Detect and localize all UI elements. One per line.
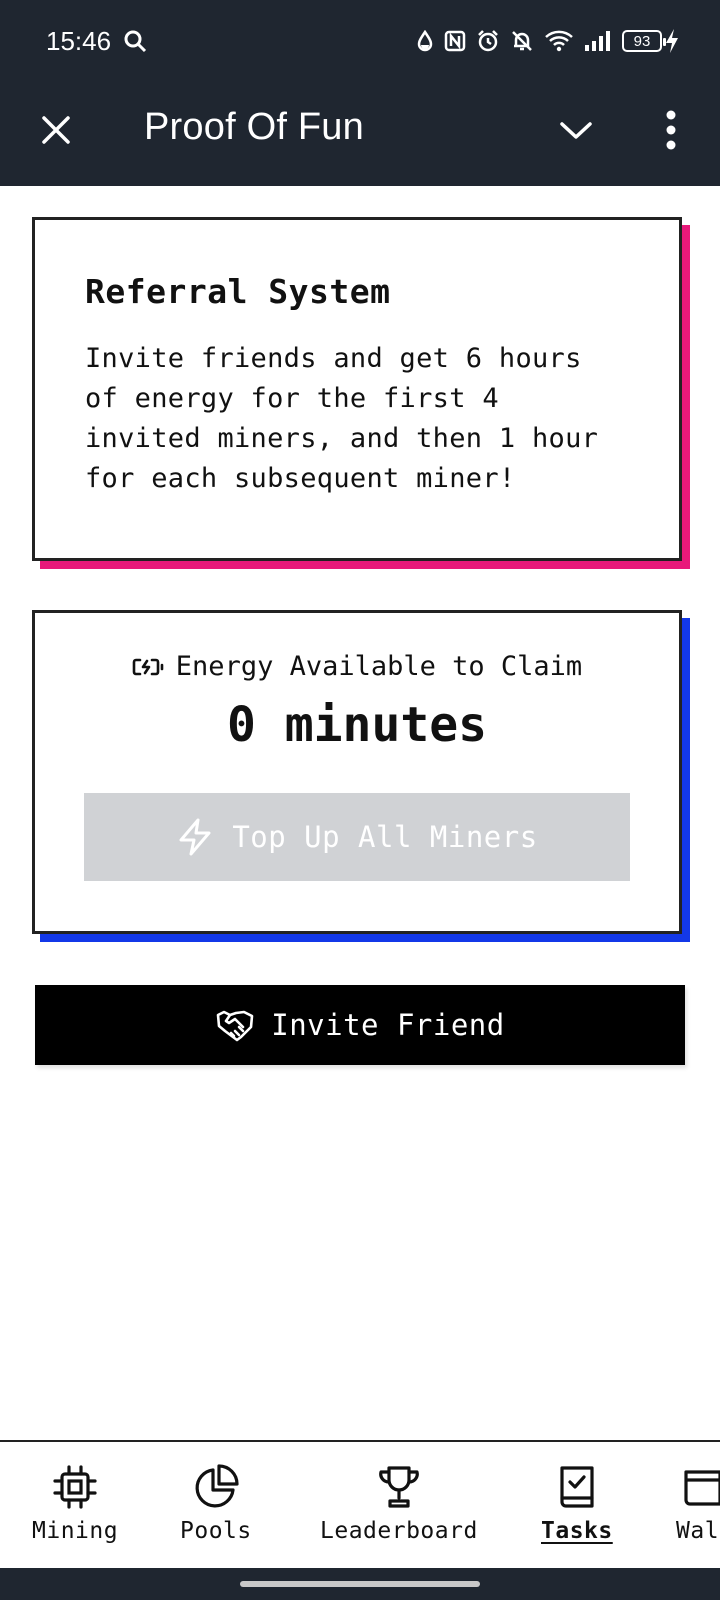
- top-up-button-label: Top Up All Miners: [232, 820, 538, 854]
- app-bar: Proof Of Fun: [0, 84, 720, 186]
- energy-card-body: Energy Available to Claim 0 minutes Top …: [32, 610, 682, 934]
- energy-label-row: Energy Available to Claim: [35, 651, 679, 682]
- nav-item-tasks[interactable]: Tasks: [541, 1464, 613, 1544]
- wallet-icon: [684, 1470, 720, 1506]
- trophy-icon: [379, 1466, 419, 1508]
- energy-card: Energy Available to Claim 0 minutes Top …: [32, 610, 690, 942]
- chip-icon: [53, 1465, 97, 1509]
- handshake-icon: [216, 1010, 254, 1042]
- nav-item-leaderboard[interactable]: Leaderboard: [320, 1464, 478, 1544]
- nfc-icon: [444, 30, 466, 52]
- chevron-down-icon[interactable]: [558, 118, 594, 142]
- search-icon: [124, 30, 147, 53]
- nav-label-wallet: Wal: [676, 1518, 720, 1544]
- nav-label-mining: Mining: [32, 1518, 119, 1544]
- signal-icon: [585, 31, 610, 51]
- top-up-all-miners-button[interactable]: Top Up All Miners: [84, 793, 630, 881]
- energy-label: Energy Available to Claim: [175, 651, 583, 682]
- pie-chart-icon: [195, 1464, 239, 1508]
- referral-card-body: Referral System Invite friends and get 6…: [32, 217, 682, 561]
- nav-item-mining[interactable]: Mining: [32, 1464, 118, 1544]
- battery-charging-icon: [132, 658, 164, 675]
- battery-level: 93: [633, 32, 651, 50]
- gesture-bar: [0, 1568, 720, 1600]
- nav-label-leaderboard: Leaderboard: [320, 1518, 478, 1544]
- gesture-handle[interactable]: [240, 1581, 480, 1587]
- nav-item-pools[interactable]: Pools: [180, 1464, 252, 1544]
- task-list-icon: [560, 1466, 594, 1508]
- wifi-icon: [545, 30, 573, 52]
- invite-friend-button[interactable]: Invite Friend: [35, 985, 685, 1065]
- nav-item-wallet[interactable]: Wal: [676, 1464, 720, 1544]
- close-icon[interactable]: [40, 114, 72, 146]
- invite-friend-label: Invite Friend: [271, 1008, 505, 1042]
- alarm-icon: [478, 30, 498, 52]
- nav-label-pools: Pools: [180, 1518, 252, 1544]
- more-vertical-icon[interactable]: [664, 110, 678, 150]
- nav-label-tasks: Tasks: [541, 1518, 613, 1544]
- referral-description: Invite friends and get 6 hours of energy…: [85, 343, 599, 494]
- referral-title: Referral System: [85, 272, 391, 311]
- status-time: 15:46: [46, 26, 112, 56]
- bottom-nav: Mining Pools Leaderboard Tasks Wal: [0, 1440, 720, 1568]
- page-title: Proof Of Fun: [144, 106, 364, 148]
- referral-card: Referral System Invite friends and get 6…: [32, 217, 690, 569]
- battery-icon: 93: [622, 30, 666, 52]
- status-icons: 93: [416, 28, 666, 54]
- charging-icon: [666, 29, 678, 53]
- bell-off-icon: [512, 31, 532, 51]
- drop-icon: [417, 30, 433, 52]
- status-bar: 15:46 93: [0, 0, 720, 84]
- energy-value: 0 minutes: [226, 697, 488, 753]
- lightning-icon: [179, 818, 211, 856]
